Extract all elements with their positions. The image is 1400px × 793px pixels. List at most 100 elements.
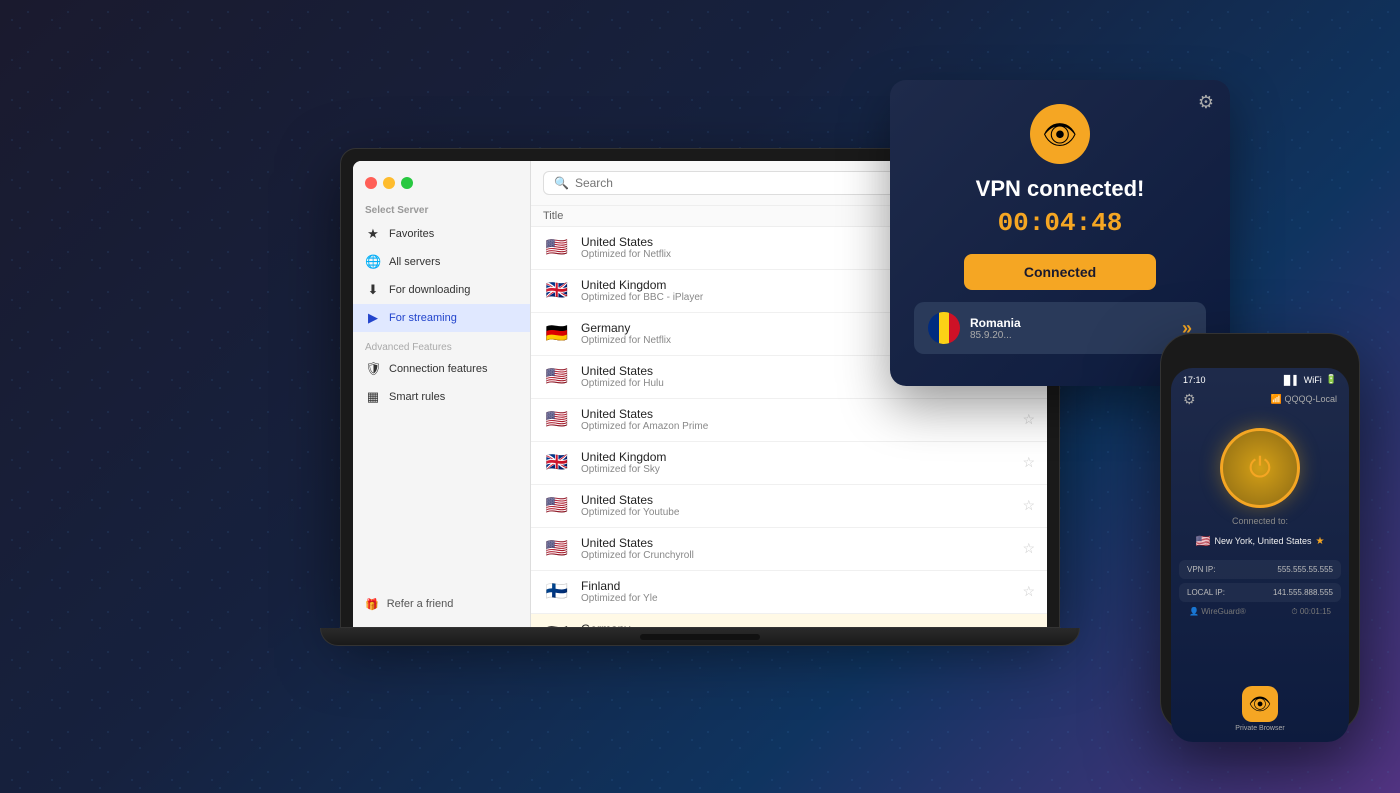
phone-footer: 👁 Private Browser [1171,686,1349,742]
vpn-timer: 00:04:48 [998,208,1123,238]
uk-flag-2: 🇬🇧 [543,449,571,477]
connect-button[interactable]: Connected [964,254,1156,290]
server-info-us-crunchyroll: United States Optimized for Crunchyroll [581,536,1012,561]
favorite-star-5[interactable]: ☆ [1022,411,1035,428]
phone-notch [1225,344,1295,364]
phone-local-ip-row: LOCAL IP: 141.555.888.555 [1179,583,1341,602]
fi-flag: 🇫🇮 [543,578,571,606]
sidebar-spacer [353,411,530,590]
server-name-us-crunchyroll: United States [581,536,1012,550]
ny-flag-icon: 🇺🇸 [1196,534,1211,548]
favorite-star-6[interactable]: ☆ [1022,454,1035,471]
phone-vpn-ip-row: VPN IP: 555.555.55.555 [1179,560,1341,579]
server-info-fi-yle: Finland Optimized for Yle [581,579,1012,604]
select-server-label: Select Server [353,201,530,220]
minimize-button[interactable] [383,177,395,189]
server-info-us-youtube: United States Optimized for Youtube [581,493,1012,518]
server-row-fi-yle[interactable]: 🇫🇮 Finland Optimized for Yle ☆ [531,571,1047,614]
server-row-uk-sky[interactable]: 🇬🇧 United Kingdom Optimized for Sky ☆ [531,442,1047,485]
phone-vpn-info-row: 👤 WireGuard® ⏱ 00:01:15 [1179,605,1341,619]
star-icon: ★ [365,226,381,242]
us-flag-1: 🇺🇸 [543,234,571,262]
phone-app-label: Private Browser [1235,725,1284,732]
phone-connected-to-label: Connected to: [1171,516,1349,526]
phone-screen: 17:10 ▐▌▌ WiFi 🔋 ⚙ 📶 QQQQ-Local ⏻ [1171,368,1349,742]
ro-yellow [939,312,950,344]
sidebar-item-streaming[interactable]: ▶ For streaming [353,304,530,332]
server-name-fi-yle: Finland [581,579,1012,593]
us-flag-2: 🇺🇸 [543,363,571,391]
server-name-us-amazon: United States [581,407,1012,421]
window-controls [353,169,530,201]
download-icon: ⬇ [365,282,381,298]
sidebar: Select Server ★ Favorites 🌐 All servers … [353,161,531,627]
vpn-ip-value: 555.555.55.555 [1277,565,1333,574]
ro-blue [928,312,939,344]
vpn-ip-label: VPN IP: [1187,565,1215,574]
server-row-us-crunchyroll[interactable]: 🇺🇸 United States Optimized for Crunchyro… [531,528,1047,571]
local-ip-value: 141.555.888.555 [1273,588,1333,597]
vpn-connected-text: VPN connected! [976,176,1145,202]
sidebar-item-smart-rules[interactable]: ▦ Smart rules [353,383,530,411]
us-flag-4: 🇺🇸 [543,492,571,520]
favorite-star-10[interactable]: ☆ [1022,626,1035,627]
location-ip: 85.9.20... [970,330,1172,341]
ro-red [949,312,960,344]
gift-icon: 🎁 [365,598,379,611]
protocol-icon: 👤 [1189,607,1199,616]
sidebar-item-all-servers[interactable]: 🌐 All servers [353,248,530,276]
globe-icon: 🌐 [365,254,381,270]
server-info-de-youtube: Germany Optimized for Youtube [581,622,1012,627]
favorite-star-7[interactable]: ☆ [1022,497,1035,514]
clock-icon: ⏱ [1291,607,1297,616]
phone-time: 17:10 [1183,375,1206,385]
phone-status-bar: 17:10 ▐▌▌ WiFi 🔋 [1171,368,1349,387]
battery-icon: 🔋 [1326,374,1337,385]
scene: Select Server ★ Favorites 🌐 All servers … [0,0,1400,793]
cyberghost-logo: 👁 [1030,104,1090,164]
server-name-us-youtube: United States [581,493,1012,507]
protocol-label: 👤 WireGuard® [1189,607,1246,617]
server-sub-uk-sky: Optimized for Sky [581,464,1012,475]
location-info: Romania 85.9.20... [970,316,1172,341]
phone-app-icon[interactable]: 👁 [1242,686,1278,722]
session-time: ⏱ 00:01:15 [1291,607,1331,617]
wifi-signal-icon: 📶 [1271,394,1282,404]
ro-flag-inner [928,312,960,344]
phone-header: ⚙ 📶 QQQQ-Local [1171,387,1349,412]
phone-power-button[interactable]: ⏻ [1220,428,1300,508]
advanced-features-label: Advanced Features [353,336,530,355]
sidebar-item-downloading[interactable]: ⬇ For downloading [353,276,530,304]
close-button[interactable] [365,177,377,189]
settings-icon[interactable]: ⚙ [1198,92,1214,113]
server-name-uk-sky: United Kingdom [581,450,1012,464]
phone-gear-icon[interactable]: ⚙ [1183,391,1196,408]
server-row-us-amazon[interactable]: 🇺🇸 United States Optimized for Amazon Pr… [531,399,1047,442]
server-sub-fi-yle: Optimized for Yle [581,593,1012,604]
laptop-base [320,628,1080,646]
server-row-de-youtube[interactable]: 🇩🇪 Germany Optimized for Youtube ☆ [531,614,1047,627]
favorite-star-8[interactable]: ☆ [1022,540,1035,557]
server-row-us-youtube[interactable]: 🇺🇸 United States Optimized for Youtube ☆ [531,485,1047,528]
sidebar-item-refer-friend[interactable]: 🎁 Refer a friend [353,590,530,619]
server-sub-us-youtube: Optimized for Youtube [581,507,1012,518]
shield-icon: 🛡 [365,361,381,377]
phone-device: 17:10 ▐▌▌ WiFi 🔋 ⚙ 📶 QQQQ-Local ⏻ [1160,333,1360,733]
phone-location: 🇺🇸 New York, United States ★ [1171,534,1349,548]
local-ip-label: LOCAL IP: [1187,588,1225,597]
power-icon: ⏻ [1249,452,1271,485]
phone: 17:10 ▐▌▌ WiFi 🔋 ⚙ 📶 QQQQ-Local ⏻ [1160,333,1360,733]
phone-star-icon: ★ [1316,536,1325,547]
server-info-uk-sky: United Kingdom Optimized for Sky [581,450,1012,475]
romania-flag [928,312,960,344]
sidebar-item-favorites[interactable]: ★ Favorites [353,220,530,248]
server-sub-us-amazon: Optimized for Amazon Prime [581,421,1012,432]
phone-location-text: New York, United States [1214,536,1311,546]
server-name-de-youtube: Germany [581,622,1012,627]
advanced-features-section: Advanced Features 🛡 Connection features … [353,336,530,411]
sidebar-item-connection-features[interactable]: 🛡 Connection features [353,355,530,383]
favorite-star-9[interactable]: ☆ [1022,583,1035,600]
location-name: Romania [970,316,1172,330]
maximize-button[interactable] [401,177,413,189]
play-icon: ▶ [365,310,381,326]
